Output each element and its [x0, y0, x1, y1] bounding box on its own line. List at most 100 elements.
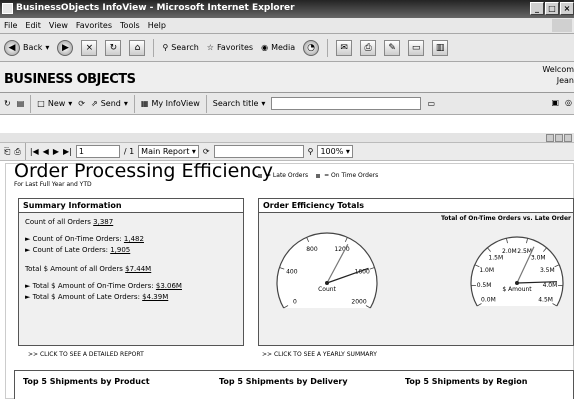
menu-bar: File Edit View Favorites Tools Help [0, 18, 574, 34]
gauge-tick-label: 2.0M [502, 248, 517, 255]
print-button[interactable]: ⎙ [360, 39, 377, 56]
detailed-report-link[interactable]: >> CLICK TO SEE A DETAILED REPORT [28, 351, 144, 358]
menu-tools[interactable]: Tools [120, 21, 140, 30]
next-page-icon[interactable]: ▶ [53, 147, 59, 156]
amount-gauge: 0.0M 0.5M 1.0M 1.5M2.0M 2.5M3.0M 3.5M 4.0M 4.5M… [470, 236, 564, 307]
toolbar-separator [24, 143, 26, 160]
maximize-button[interactable]: □ [545, 2, 559, 15]
media-button[interactable]: ◉ Media [261, 43, 295, 52]
gauge-tick-label: 1200 [334, 246, 349, 253]
amount-all-link[interactable]: $7.44M [125, 265, 151, 273]
top-product-header: Top 5 Shipments by Product [23, 377, 150, 386]
minimize-button[interactable]: _ [530, 2, 544, 15]
preferences-icon[interactable]: ▣ [551, 98, 559, 107]
count-late-link[interactable]: 1,905 [110, 246, 130, 254]
page-number-input[interactable]: 1 [75, 145, 120, 158]
count-all-link[interactable]: 3,387 [93, 218, 113, 226]
discuss-button[interactable]: ▭ [408, 39, 425, 56]
summary-title: Summary Information [19, 199, 243, 213]
send-menu[interactable]: ⇗ Send ▾ [91, 99, 128, 108]
edit-button[interactable]: ✎ [384, 39, 401, 56]
chevron-down-icon: ▾ [45, 43, 50, 52]
refresh-button[interactable]: ↻ [105, 39, 122, 56]
legend-late: = Late Orders [266, 172, 309, 179]
favorites-button[interactable]: ☆ Favorites [207, 43, 253, 52]
search-title-input[interactable] [271, 97, 422, 110]
close-report-icon[interactable] [564, 134, 572, 142]
close-button[interactable]: × [560, 2, 574, 15]
minimize-report-icon[interactable] [546, 134, 554, 142]
refresh-icon[interactable]: ↻ [4, 99, 11, 108]
menu-edit[interactable]: Edit [25, 21, 41, 30]
menu-view[interactable]: View [49, 21, 68, 30]
gauge-tick-label: 2000 [351, 299, 366, 306]
spacer [0, 115, 574, 133]
stop-button[interactable]: × [81, 39, 98, 56]
zoom-select[interactable]: 100% ▾ [317, 145, 353, 158]
amount-all-row: Total $ Amount of all Orders $7.44M [25, 264, 237, 275]
forward-button[interactable]: ▶ [57, 39, 74, 56]
send-label: Send [100, 99, 121, 108]
gauge-tick-label: 4.0M [543, 282, 558, 289]
home-button[interactable]: ⌂ [129, 39, 146, 56]
dashboard-icon: ▦ [140, 99, 149, 108]
gauges-svg: 0400800 120016002000Count 0.0M0.5M1.0M1.5… [276, 232, 564, 309]
menu-help[interactable]: Help [148, 21, 166, 30]
help-icon[interactable]: ◎ [565, 98, 572, 107]
menu-file[interactable]: File [4, 21, 17, 30]
report-selector-value: Main Report [141, 147, 190, 156]
report-subtitle: For Last Full Year and YTD [14, 181, 92, 188]
top-delivery-header: Top 5 Shipments by Delivery [219, 377, 348, 386]
count-gauge: 0400800 120016002000Count [276, 232, 378, 309]
report-title: Order Processing Efficiency [14, 160, 274, 182]
amount-late-link[interactable]: $4.39M [142, 293, 168, 301]
gauge-tick-label: 3.0M [531, 255, 546, 262]
count-all-label: Count of all Orders [25, 218, 91, 226]
search-go-icon[interactable]: ▭ [427, 99, 435, 108]
gauge-hub [515, 281, 519, 285]
amount-ontime-row: ► Total $ Amount of On-Time Orders: $3.0… [25, 282, 182, 290]
view-list-icon[interactable]: ▤ [17, 99, 25, 108]
print-icon[interactable]: ⎙ [14, 147, 20, 157]
report-selector[interactable]: Main Report ▾ [138, 145, 199, 158]
business-objects-logo: BUSINESS OBJECTS [4, 72, 136, 87]
count-ontime-link[interactable]: 1,482 [124, 235, 144, 243]
count-ontime-row: ► Count of On-Time Orders: 1,482 [25, 235, 144, 243]
user-name: Jean [556, 76, 574, 85]
mail-button[interactable]: ✉ [336, 39, 353, 56]
search-icon: ⚲ [162, 43, 169, 52]
prev-page-icon[interactable]: ◀ [43, 147, 49, 156]
yearly-summary-link[interactable]: >> CLICK TO SEE A YEARLY SUMMARY [262, 351, 377, 358]
toolbar-separator [205, 94, 207, 113]
organize-icon[interactable]: ⟳ [78, 99, 85, 108]
summary-panel: Summary Information Count of all Orders … [18, 198, 244, 346]
find-input[interactable] [213, 145, 304, 158]
my-infoview-button[interactable]: ▦ My InfoView [141, 99, 200, 108]
find-icon[interactable]: ⚲ [308, 147, 314, 156]
chevron-down-icon: ▾ [123, 99, 128, 108]
chevron-down-icon: ▾ [261, 99, 266, 108]
page-count: / 1 [123, 147, 135, 156]
last-page-icon[interactable]: ▶| [63, 147, 72, 156]
refresh-report-icon[interactable]: ⟳ [203, 147, 210, 156]
export-icon[interactable]: ⎗ [4, 147, 10, 157]
search-title-dropdown[interactable]: Search title ▾ [213, 99, 266, 108]
gauge-tick-label: 2.5M [517, 248, 532, 255]
maximize-report-icon[interactable] [555, 134, 563, 142]
window-titlebar: BusinessObjects InfoView - Microsoft Int… [0, 0, 574, 18]
first-page-icon[interactable]: |◀ [30, 147, 39, 156]
amount-ontime-link[interactable]: $3.06M [156, 282, 182, 290]
research-button[interactable]: ▥ [432, 39, 449, 56]
gauge-tick-label: 400 [286, 269, 298, 276]
new-menu[interactable]: □ New ▾ [37, 99, 72, 108]
on-time-orders-swatch [316, 173, 321, 178]
history-button[interactable]: ◔ [303, 39, 320, 56]
menu-favorites[interactable]: Favorites [76, 21, 112, 30]
back-button[interactable]: ◀ Back ▾ [4, 39, 50, 56]
back-arrow-icon: ◀ [4, 39, 20, 56]
report-header-bar [0, 133, 574, 143]
send-icon: ⇗ [91, 99, 98, 108]
search-button[interactable]: ⚲ Search [162, 43, 198, 52]
toolbar-separator [153, 38, 155, 57]
toolbar-separator [327, 38, 329, 57]
